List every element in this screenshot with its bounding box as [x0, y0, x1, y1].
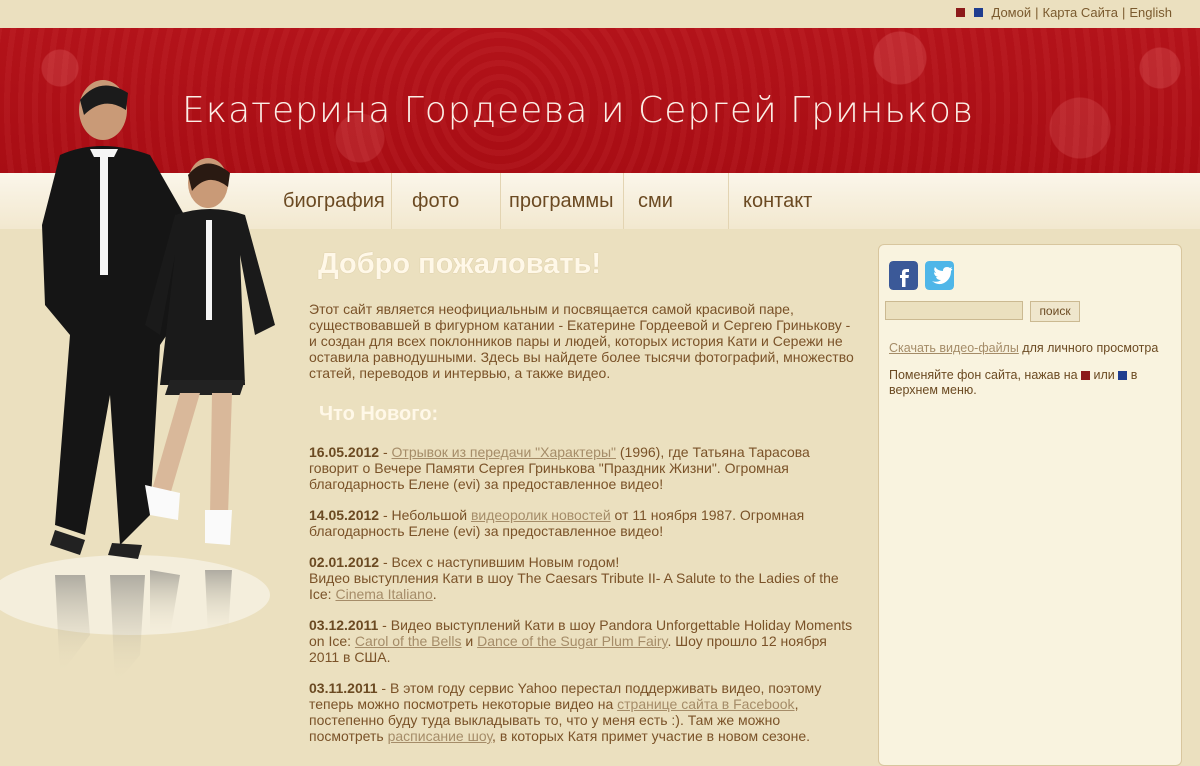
search-button[interactable]: поиск — [1030, 301, 1080, 322]
download-text: Скачать видео-файлы для личного просмотр… — [889, 341, 1175, 356]
english-link[interactable]: English — [1129, 5, 1172, 20]
skaters-image — [0, 80, 275, 685]
hint-text: или — [1090, 368, 1119, 382]
news-item: 14.05.2012 - Небольшой видеоролик новост… — [309, 507, 857, 539]
news-text: . — [432, 586, 437, 602]
separator: | — [1035, 5, 1039, 20]
news-text: - Всех с наступившим Новым годом! — [379, 554, 620, 570]
blue-square-icon — [1118, 371, 1128, 381]
news-item: 03.12.2011 - Видео выступлений Кати в шо… — [309, 617, 857, 665]
nav-programs[interactable]: программы — [501, 173, 624, 229]
twitter-icon[interactable] — [925, 261, 954, 290]
news-date: 16.05.2012 — [309, 444, 380, 460]
news-date: 03.11.2011 — [309, 680, 378, 696]
intro-text: Этот сайт является неофициальным и посвя… — [309, 301, 854, 381]
news-item: 16.05.2012 - Отрывок из передачи "Характ… — [309, 444, 857, 492]
download-link[interactable]: Скачать видео-файлы — [889, 341, 1019, 355]
news-text: , в которых Катя примет участие в новом … — [492, 728, 810, 744]
news-date: 03.12.2011 — [309, 617, 379, 633]
background-hint: Поменяйте фон сайта, нажав на или в верх… — [889, 368, 1175, 398]
home-link[interactable]: Домой — [992, 5, 1032, 20]
welcome-heading: Добро пожаловать! — [318, 248, 602, 280]
main-content: Добро пожаловать! Этот сайт является нео… — [309, 240, 857, 759]
news-link[interactable]: странице сайта в Facebook — [617, 696, 794, 712]
site-title: Екатерина Гордеева и Сергей Гриньков — [182, 90, 975, 131]
nav-photo[interactable]: фото — [392, 173, 501, 229]
top-links: Домой | Карта Сайта | English — [955, 5, 1172, 20]
nav-media[interactable]: сми — [624, 173, 729, 229]
news-text: - — [379, 444, 392, 460]
news-item: 03.11.2011 - В этом году сервис Yahoo пе… — [309, 680, 857, 744]
search-input[interactable] — [885, 301, 1023, 320]
news-heading: Что Нового: — [319, 403, 439, 425]
news-link[interactable]: расписание шоу — [388, 728, 492, 744]
news-text: - Небольшой — [379, 507, 471, 523]
top-bar: Домой | Карта Сайта | English — [0, 0, 1200, 28]
sidebar: поиск Скачать видео-файлы для личного пр… — [878, 244, 1182, 766]
separator: | — [1121, 5, 1126, 20]
sitemap-link[interactable]: Карта Сайта — [1043, 5, 1118, 20]
news-date: 14.05.2012 — [309, 507, 380, 523]
facebook-icon[interactable] — [889, 261, 918, 290]
news-link[interactable]: Dance of the Sugar Plum Fairy — [477, 633, 667, 649]
hint-text: Поменяйте фон сайта, нажав на — [889, 368, 1082, 382]
news-link[interactable]: Carol of the Bells — [355, 633, 462, 649]
nav-contact[interactable]: контакт — [729, 173, 841, 229]
red-theme-button[interactable] — [955, 8, 965, 17]
nav-biography[interactable]: биография — [275, 173, 392, 229]
news-link[interactable]: Отрывок из передачи "Характеры" — [392, 444, 616, 460]
blue-theme-button[interactable] — [973, 8, 983, 17]
news-text: и — [461, 633, 478, 649]
red-square-icon — [1081, 371, 1091, 381]
news-link[interactable]: видеоролик новостей — [471, 507, 611, 523]
news-item: 02.01.2012 - Всех с наступившим Новым го… — [309, 554, 857, 602]
news-date: 02.01.2012 — [309, 554, 380, 570]
news-link[interactable]: Cinema Italiano — [335, 586, 432, 602]
download-rest: для личного просмотра — [1018, 341, 1159, 355]
